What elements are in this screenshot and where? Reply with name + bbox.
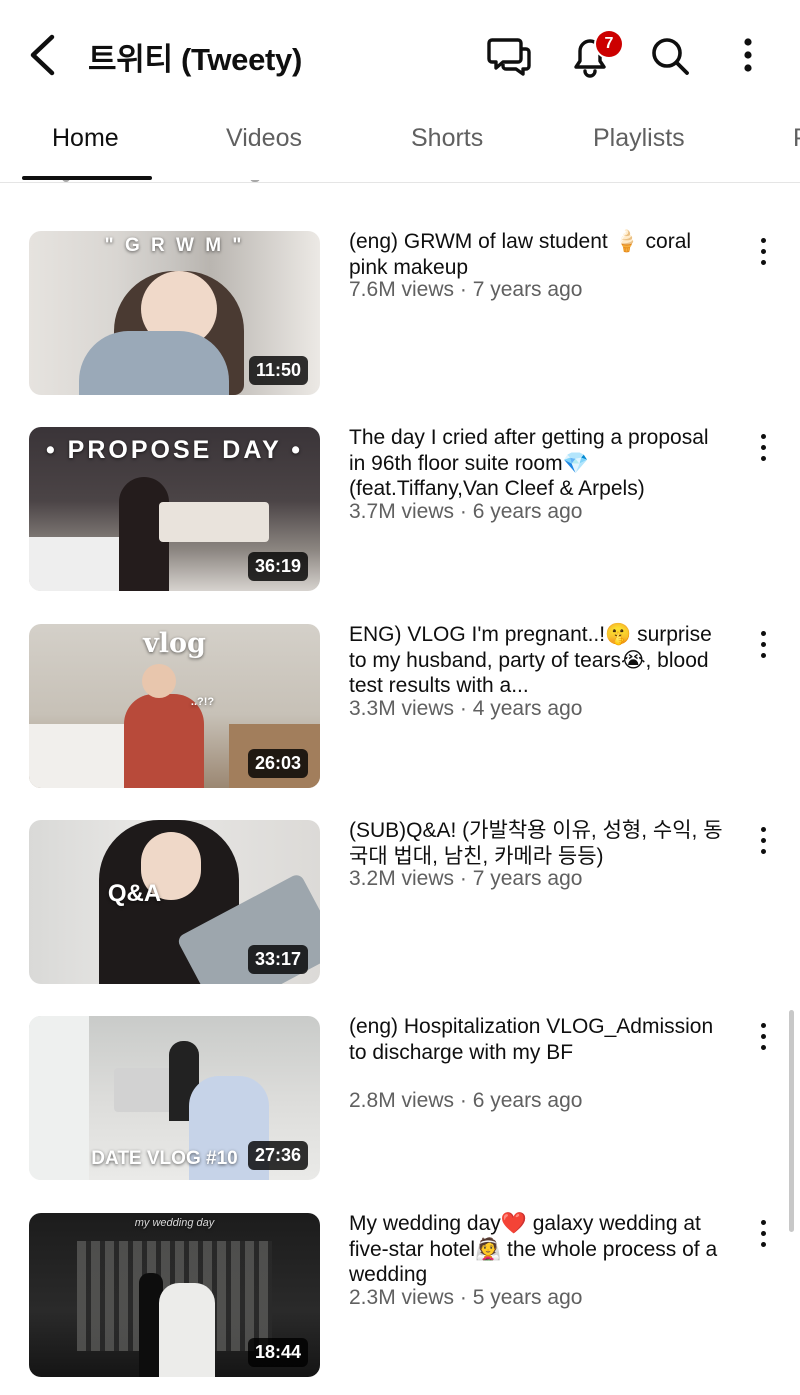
video-thumbnail[interactable]: vlog ..?!? 26:03 [29, 624, 320, 788]
video-title[interactable]: ENG) VLOG I'm pregnant..!🤫 surprise to m… [349, 622, 729, 699]
back-button[interactable] [22, 32, 62, 78]
search-icon [652, 38, 689, 75]
tab-playlists[interactable]: Playlists [593, 124, 685, 153]
video-item[interactable]: Q&A 33:17 (SUB)Q&A! (가발착용 이유, 성형, 수익, 동국… [0, 818, 800, 986]
scrollbar[interactable] [789, 1010, 794, 1232]
video-item[interactable]: • PROPOSE DAY • 36:19 The day I cried af… [0, 425, 800, 593]
video-thumbnail[interactable]: • PROPOSE DAY • 36:19 [29, 427, 320, 591]
thumbnail-overlay-text: Q&A [107, 880, 162, 907]
duration-badge: 33:17 [247, 945, 308, 974]
notifications-button[interactable]: 7 [566, 28, 622, 82]
video-meta: 3.7M views · 6 years ago [349, 500, 583, 523]
video-meta: 3.3M views · 4 years ago [349, 697, 583, 720]
thumbnail-overlay-text: vlog [143, 628, 206, 659]
video-meta: 7.6M views · 7 years ago [349, 278, 583, 301]
video-more-button[interactable] [750, 433, 778, 463]
video-item[interactable]: " G R W M " 11:50 (eng) GRWM of law stud… [0, 229, 800, 397]
video-title[interactable]: My wedding day❤️ galaxy wedding at five-… [349, 1211, 729, 1288]
thumbnail-overlay-small-text: ..?!? [190, 696, 215, 708]
video-title[interactable]: The day I cried after getting a proposal… [349, 425, 729, 502]
channel-title: 트위티 (Tweety) [88, 42, 303, 77]
video-title[interactable]: (SUB)Q&A! (가발착용 이유, 성형, 수익, 동국대 법대, 남친, … [349, 818, 729, 869]
video-thumbnail[interactable]: " G R W M " 11:50 [29, 231, 320, 395]
tab-videos[interactable]: Videos [226, 124, 302, 153]
video-thumbnail[interactable]: my wedding day 18:44 [29, 1213, 320, 1377]
comments-button[interactable] [484, 28, 534, 82]
more-options-button[interactable] [724, 28, 772, 82]
video-meta: 3.2M views · 7 years ago [349, 867, 583, 890]
video-item[interactable]: DATE VLOG #10 27:36 (eng) Hospitalizatio… [0, 1014, 800, 1182]
tab-home[interactable]: Home [52, 124, 119, 153]
back-arrow-icon [30, 34, 55, 76]
section-heading-cutoff [60, 180, 260, 186]
video-more-button[interactable] [750, 237, 778, 267]
video-more-button[interactable] [750, 826, 778, 856]
thumbnail-overlay-text: " G R W M " [104, 235, 245, 256]
duration-badge: 36:19 [247, 552, 308, 581]
video-meta: 2.3M views · 5 years ago [349, 1286, 583, 1309]
channel-tabs: Home Videos Shorts Playlists P [0, 110, 800, 183]
video-thumbnail[interactable]: DATE VLOG #10 27:36 [29, 1016, 320, 1180]
video-more-button[interactable] [750, 630, 778, 660]
video-thumbnail[interactable]: Q&A 33:17 [29, 820, 320, 984]
tab-shorts[interactable]: Shorts [411, 124, 483, 153]
video-title[interactable]: (eng) GRWM of law student 🍦 coral pink m… [349, 229, 729, 280]
notification-badge: 7 [596, 31, 622, 57]
tab-posts-partial[interactable]: P [793, 124, 800, 153]
video-title[interactable]: (eng) Hospitalization VLOG_Admission to … [349, 1014, 729, 1065]
video-more-button[interactable] [750, 1219, 778, 1249]
video-item[interactable]: my wedding day 18:44 My wedding day❤️ ga… [0, 1211, 800, 1379]
thumbnail-overlay-text: • PROPOSE DAY • [45, 436, 304, 464]
thumbnail-overlay-text: my wedding day [134, 1217, 215, 1229]
search-button[interactable] [646, 28, 696, 82]
video-item[interactable]: vlog ..?!? 26:03 ENG) VLOG I'm pregnant.… [0, 622, 800, 790]
video-meta: 2.8M views · 6 years ago [349, 1089, 583, 1112]
duration-badge: 26:03 [247, 749, 308, 778]
app-header: 트위티 (Tweety) 7 [0, 0, 800, 110]
comments-icon [487, 38, 531, 76]
duration-badge: 11:50 [248, 356, 308, 385]
video-more-button[interactable] [750, 1022, 778, 1052]
duration-badge: 18:44 [247, 1338, 308, 1367]
duration-badge: 27:36 [247, 1141, 308, 1170]
more-vertical-icon [744, 38, 752, 72]
